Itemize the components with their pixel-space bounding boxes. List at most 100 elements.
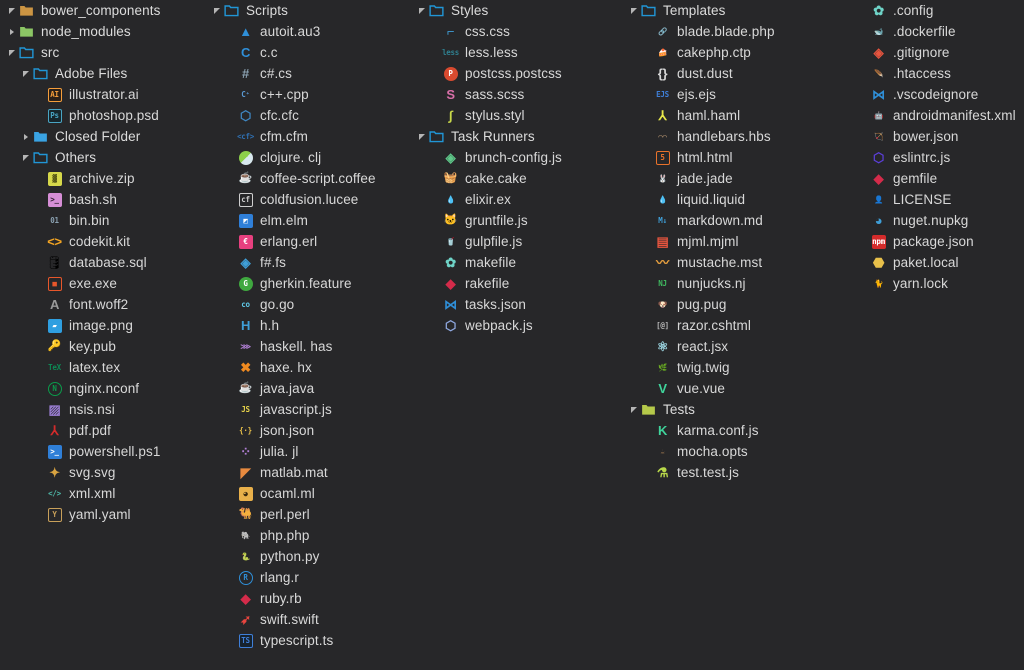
chevron-right-icon[interactable]: [20, 126, 31, 147]
tree-file-row[interactable]: ✿ makefile: [410, 252, 622, 273]
tree-file-row[interactable]: 💧 liquid.liquid: [622, 189, 852, 210]
tree-folder-row[interactable]: Closed Folder: [0, 126, 205, 147]
tree-file-row[interactable]: ⌒⌒ handlebars.hbs: [622, 126, 852, 147]
tree-file-row[interactable]: Yyaml.yaml: [0, 504, 205, 525]
tree-folder-row[interactable]: Templates: [622, 0, 852, 21]
tree-file-row[interactable]: </> xml.xml: [0, 483, 205, 504]
tree-file-row[interactable]: 🐫 perl.perl: [205, 504, 410, 525]
tree-file-row[interactable]: Ps photoshop.psd: [0, 105, 205, 126]
tree-file-row[interactable]: ◆ ruby.rb: [205, 588, 410, 609]
tree-file-row[interactable]: <> codekit.kit: [0, 231, 205, 252]
tree-file-row[interactable]: (less) less.less: [410, 42, 622, 63]
chevron-down-icon[interactable]: [416, 126, 427, 147]
tree-file-row[interactable]: ▲ autoit.au3: [205, 21, 410, 42]
tree-file-row[interactable]: ⬡ eslintrc.js: [852, 147, 1024, 168]
tree-file-row[interactable]: 🐶 pug.pug: [622, 294, 852, 315]
chevron-down-icon[interactable]: [20, 63, 31, 84]
tree-file-row[interactable]: Kkarma.conf.js: [622, 420, 852, 441]
tree-folder-row[interactable]: Tests: [622, 399, 852, 420]
tree-file-row[interactable]: ◆ gemfile: [852, 168, 1024, 189]
tree-folder-row[interactable]: node_modules: [0, 21, 205, 42]
tree-file-row[interactable]: ⋙ haskell. has: [205, 336, 410, 357]
tree-file-row[interactable]: cf coldfusion.lucee: [205, 189, 410, 210]
tree-file-row[interactable]: 🧺 cake.cake: [410, 168, 622, 189]
tree-file-row[interactable]: 🐋 .dockerfile: [852, 21, 1024, 42]
tree-file-row[interactable]: ⌐ css.css: [410, 21, 622, 42]
tree-file-row[interactable]: 5 html.html: [622, 147, 852, 168]
tree-file-row[interactable]: ⋈ .vscodeignore: [852, 84, 1024, 105]
tree-folder-row[interactable]: bower_components: [0, 0, 205, 21]
tree-file-row[interactable]: ✦ svg.svg: [0, 462, 205, 483]
tree-file-row[interactable]: NJ nunjucks.nj: [622, 273, 852, 294]
tree-folder-row[interactable]: Others: [0, 147, 205, 168]
tree-file-row[interactable]: ⁘ julia. jl: [205, 441, 410, 462]
tree-file-row[interactable]: 🐰 jade.jade: [622, 168, 852, 189]
tree-file-row[interactable]: ∫ stylus.styl: [410, 105, 622, 126]
chevron-down-icon[interactable]: [628, 399, 639, 420]
tree-file-row[interactable]: ⅄ haml.haml: [622, 105, 852, 126]
tree-file-row[interactable]: 🐈 yarn.lock: [852, 273, 1024, 294]
tree-file-row[interactable]: ☕ coffee-script.coffee: [205, 168, 410, 189]
tree-file-row[interactable]: [@] razor.cshtml: [622, 315, 852, 336]
tree-file-row[interactable]: 🍰 cakephp.ctp: [622, 42, 852, 63]
tree-file-row[interactable]: ⬡ webpack.js: [410, 315, 622, 336]
chevron-down-icon[interactable]: [416, 0, 427, 21]
tree-file-row[interactable]: ◕ nuget.nupkg: [852, 210, 1024, 231]
chevron-right-icon[interactable]: [6, 21, 17, 42]
tree-file-row[interactable]: 🐱 gruntfile.js: [410, 210, 622, 231]
tree-file-row[interactable]: 〰 mustache.mst: [622, 252, 852, 273]
tree-file-row[interactable]: ⚛ react.jsx: [622, 336, 852, 357]
tree-file-row[interactable]: ◆ rakefile: [410, 273, 622, 294]
tree-folder-row[interactable]: Styles: [410, 0, 622, 21]
tree-file-row[interactable]: M↓ markdown.md: [622, 210, 852, 231]
tree-file-row[interactable]: ⅄ pdf.pdf: [0, 420, 205, 441]
tree-file-row[interactable]: clojure. clj: [205, 147, 410, 168]
tree-file-row[interactable]: TeX latex.tex: [0, 357, 205, 378]
tree-file-row[interactable]: ▨ nsis.nsi: [0, 399, 205, 420]
tree-file-row[interactable]: ◈ brunch-config.js: [410, 147, 622, 168]
chevron-down-icon[interactable]: [20, 147, 31, 168]
tree-file-row[interactable]: EJS ejs.ejs: [622, 84, 852, 105]
tree-file-row[interactable]: <cf> cfm.cfm: [205, 126, 410, 147]
tree-file-row[interactable]: ➶ swift.swift: [205, 609, 410, 630]
tree-file-row[interactable]: ▰ image.png: [0, 315, 205, 336]
tree-file-row[interactable]: npm package.json: [852, 231, 1024, 252]
tree-file-row[interactable]: >_ bash.sh: [0, 189, 205, 210]
tree-folder-row[interactable]: Adobe Files: [0, 63, 205, 84]
tree-file-row[interactable]: 💧 elixir.ex: [410, 189, 622, 210]
tree-folder-row[interactable]: Scripts: [205, 0, 410, 21]
tree-file-row[interactable]: Hh.h: [205, 315, 410, 336]
tree-file-row[interactable]: ◈ .gitignore: [852, 42, 1024, 63]
tree-file-row[interactable]: >_ powershell.ps1: [0, 441, 205, 462]
tree-file-row[interactable]: ☕ java.java: [205, 378, 410, 399]
tree-file-row[interactable]: 🐍 python.py: [205, 546, 410, 567]
tree-file-row[interactable]: 🪶 .htaccess: [852, 63, 1024, 84]
tree-file-row[interactable]: Vvue.vue: [622, 378, 852, 399]
tree-file-row[interactable]: TS typescript.ts: [205, 630, 410, 651]
tree-file-row[interactable]: ◈ f#.fs: [205, 252, 410, 273]
tree-file-row[interactable]: ⋈ tasks.json: [410, 294, 622, 315]
tree-file-row[interactable]: Ssass.scss: [410, 84, 622, 105]
chevron-down-icon[interactable]: [6, 0, 17, 21]
chevron-down-icon[interactable]: [6, 42, 17, 63]
tree-file-row[interactable]: Afont.woff2: [0, 294, 205, 315]
tree-file-row[interactable]: 🔑 key.pub: [0, 336, 205, 357]
tree-file-row[interactable]: C⁺ c++.cpp: [205, 84, 410, 105]
tree-file-row[interactable]: ▓ archive.zip: [0, 168, 205, 189]
tree-file-row[interactable]: ⬡ cfc.cfc: [205, 105, 410, 126]
tree-file-row[interactable]: 🥤 gulpfile.js: [410, 231, 622, 252]
tree-file-row[interactable]: 🌿 twig.twig: [622, 357, 852, 378]
chevron-down-icon[interactable]: [211, 0, 222, 21]
tree-file-row[interactable]: {·} json.json: [205, 420, 410, 441]
tree-file-row[interactable]: Ppostcss.postcss: [410, 63, 622, 84]
tree-file-row[interactable]: Cc.c: [205, 42, 410, 63]
tree-file-row[interactable]: ⬣ paket.local: [852, 252, 1024, 273]
tree-file-row[interactable]: 🛢 database.sql: [0, 252, 205, 273]
tree-file-row[interactable]: ⚗ test.test.js: [622, 462, 852, 483]
tree-file-row[interactable]: 🔗 blade.blade.php: [622, 21, 852, 42]
tree-file-row[interactable]: ✿ .config: [852, 0, 1024, 21]
tree-file-row[interactable]: 🏹 bower.json: [852, 126, 1024, 147]
tree-folder-row[interactable]: Task Runners: [410, 126, 622, 147]
tree-file-row[interactable]: ■ exe.exe: [0, 273, 205, 294]
tree-file-row[interactable]: ☕ mocha.opts: [622, 441, 852, 462]
